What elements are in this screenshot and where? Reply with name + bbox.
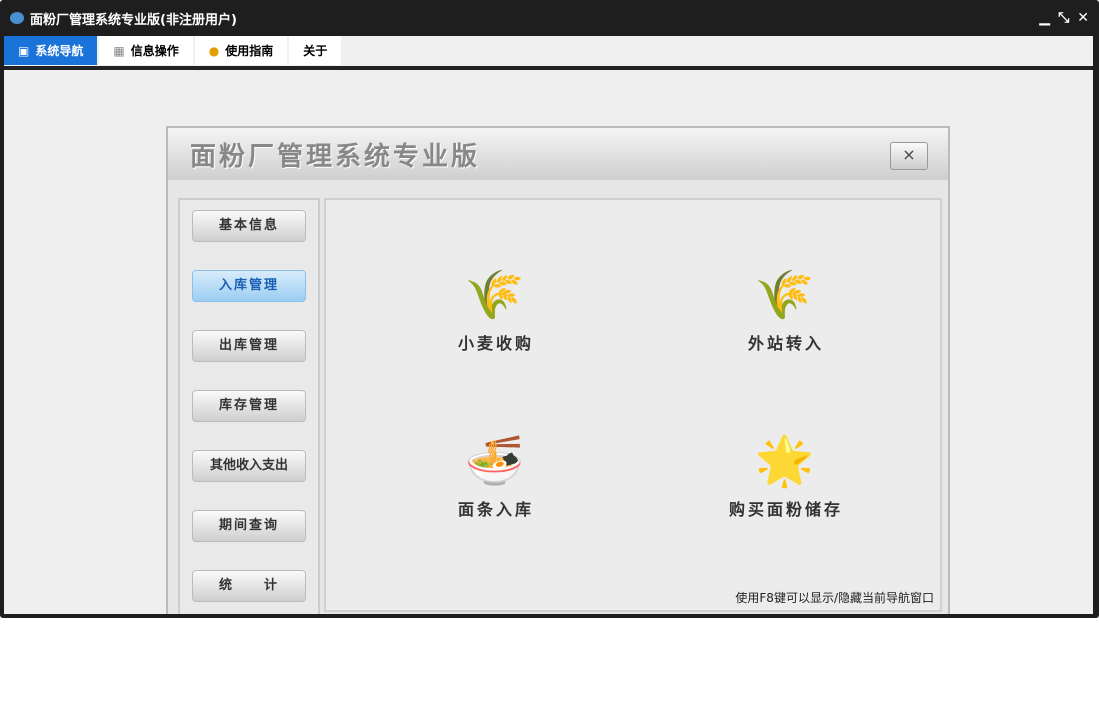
app-window: 面粉厂管理系统专业版(非注册用户) ▁ ⤡ ✕ ▣ 系统导航 ▦ 信息操作 ● 使用指南 …	[0, 0, 1099, 618]
wheat-bundle-icon: 🌾	[754, 267, 818, 323]
item-label: 购买面粉储存	[728, 500, 843, 519]
nav-basic-info[interactable]: 基本信息	[192, 210, 306, 242]
nav-period-query[interactable]: 期间查询	[192, 510, 306, 542]
tab-label: 信息操作	[130, 44, 179, 58]
flour-storage[interactable]: 🌟 购买面粉储存	[706, 426, 866, 520]
content-area: 🌾 小麦收购 🌾 外站转入 🍜 面条入库 🌟 购买面粉储存 使用F8键可以显示/隐藏当前…	[324, 198, 942, 612]
title-bar: 面粉厂管理系统专业版(非注册用户) ▁ ⤡ ✕	[0, 0, 1099, 36]
nav-other-income[interactable]: 其他收入支出	[192, 450, 306, 482]
window-title: 面粉厂管理系统专业版(非注册用户)	[30, 12, 237, 28]
nav-stock-out[interactable]: 出库管理	[192, 330, 306, 362]
tab-bar: ▣ 系统导航 ▦ 信息操作 ● 使用指南 关于	[4, 36, 1093, 66]
grid-icon: ▦	[113, 43, 125, 58]
tab-label: 关于	[303, 44, 328, 58]
item-label: 小麦收购	[457, 334, 534, 353]
wheat-icon: 🌾	[464, 267, 528, 323]
client-area: 面粉厂管理系统专业版 × 基本信息 入库管理 出库管理 库存管理 其他收入支出 …	[4, 70, 1093, 614]
tab-info-ops[interactable]: ▦ 信息操作	[99, 36, 193, 65]
panel-title: 面粉厂管理系统专业版	[168, 128, 948, 180]
minimize-icon[interactable]: ▁	[1039, 10, 1050, 26]
nav-statistics[interactable]: 统 计	[192, 570, 306, 602]
nav-inventory[interactable]: 库存管理	[192, 390, 306, 422]
tab-system-nav[interactable]: ▣ 系统导航	[4, 36, 98, 65]
hint-text: 使用F8键可以显示/隐藏当前导航窗口	[735, 591, 934, 605]
monitor-icon: ▣	[18, 43, 30, 58]
wheat-purchase[interactable]: 🌾 小麦收购	[436, 260, 556, 354]
external-transfer[interactable]: 🌾 外站转入	[721, 260, 851, 354]
app-logo-icon	[10, 12, 24, 24]
tab-guide[interactable]: ● 使用指南	[194, 36, 288, 65]
tab-about[interactable]: 关于	[289, 36, 342, 65]
nav-stock-in[interactable]: 入库管理	[192, 270, 306, 302]
tab-label: 系统导航	[35, 44, 84, 58]
panel-close-button[interactable]: ×	[890, 142, 928, 170]
noodle-bowl-icon: 🍜	[464, 433, 528, 489]
item-label: 面条入库	[457, 500, 534, 519]
nav-sidebar: 基本信息 入库管理 出库管理 库存管理 其他收入支出 期间查询 统 计	[178, 198, 320, 614]
mascot-icon: 🌟	[754, 433, 818, 489]
close-icon[interactable]: ✕	[1077, 10, 1089, 26]
help-icon: ●	[208, 43, 220, 58]
noodle-stock-in[interactable]: 🍜 面条入库	[436, 426, 556, 520]
item-label: 外站转入	[747, 334, 824, 353]
restore-icon[interactable]: ⤡	[1058, 10, 1069, 26]
tab-label: 使用指南	[225, 44, 274, 58]
nav-panel: 面粉厂管理系统专业版 × 基本信息 入库管理 出库管理 库存管理 其他收入支出 …	[166, 126, 950, 614]
